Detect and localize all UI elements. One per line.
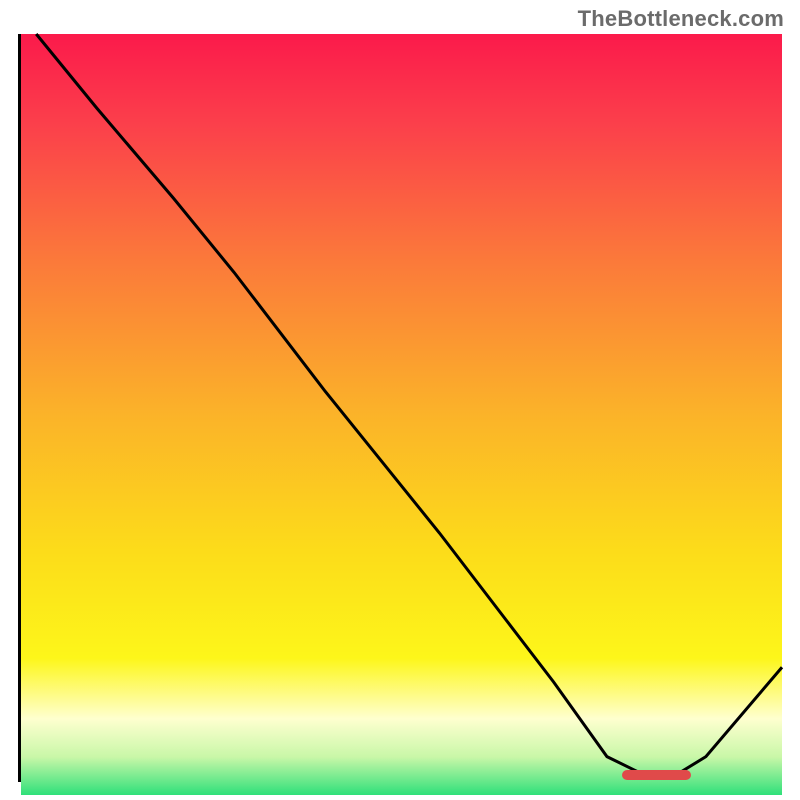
bottleneck-curve (21, 34, 782, 779)
optimal-marker: OPTIMAL (622, 770, 690, 780)
plot-area: OPTIMAL (18, 34, 782, 782)
watermark-text: TheBottleneck.com (578, 6, 784, 32)
chart-container: TheBottleneck.com OPTIMAL (0, 0, 800, 800)
